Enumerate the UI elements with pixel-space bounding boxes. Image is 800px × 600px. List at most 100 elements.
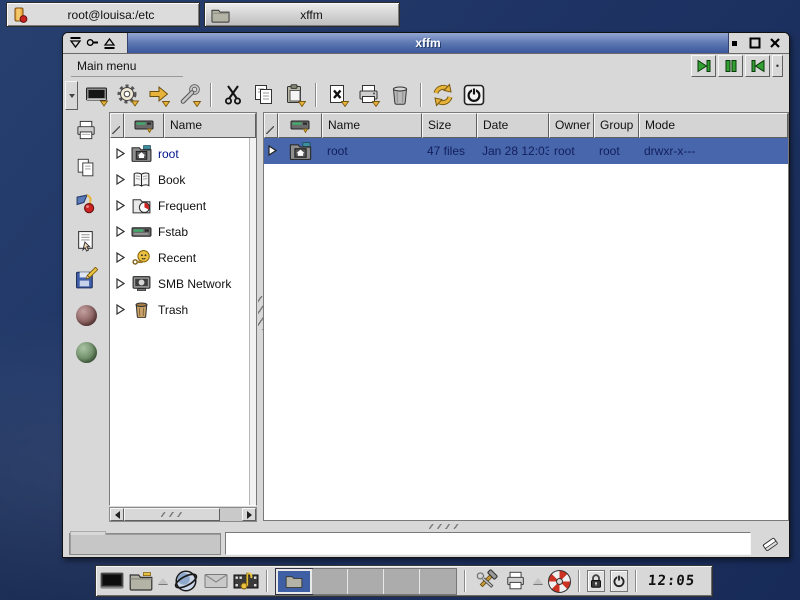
window-shade-icon[interactable] — [68, 36, 82, 50]
tree-body[interactable]: root Book Frequent — [110, 138, 256, 505]
tools-icon — [473, 568, 499, 594]
open-terminal-button[interactable] — [81, 81, 112, 110]
workspace-1-active[interactable] — [276, 569, 312, 594]
panel-file-manager-launcher[interactable] — [129, 568, 153, 594]
window-stick-icon[interactable] — [85, 36, 99, 50]
tree-item-book[interactable]: Book — [110, 167, 256, 193]
group-column-header[interactable]: Group — [594, 113, 639, 138]
titlebar-title-area[interactable]: xffm — [127, 33, 729, 53]
side-sphere-green-button[interactable] — [73, 340, 99, 366]
go-forward-button[interactable] — [691, 55, 716, 77]
tree-vertical-scrollbar[interactable] — [249, 138, 256, 505]
tree-item-trash[interactable]: Trash — [110, 297, 256, 323]
list-sort-corner[interactable] — [264, 113, 278, 138]
side-sphere-red-button[interactable] — [73, 303, 99, 329]
icon-column-header[interactable] — [278, 113, 322, 138]
paste-button[interactable] — [279, 81, 310, 110]
clear-entry-button[interactable] — [755, 532, 785, 556]
side-select-button[interactable] — [73, 229, 99, 255]
tree-sort-corner[interactable] — [110, 113, 124, 138]
side-duplicate-button[interactable] — [73, 155, 99, 181]
pause-button[interactable] — [718, 55, 743, 77]
close-icon[interactable] — [768, 36, 781, 50]
taskbar-button-terminal[interactable]: root@louisa:/etc — [6, 2, 200, 27]
tree-icon-column-header[interactable] — [124, 113, 164, 138]
workspace-2[interactable] — [312, 569, 348, 594]
main-column: Name Size Date Owner Group Mode root 47 … — [263, 112, 789, 522]
power-button[interactable] — [610, 570, 628, 592]
power-icon — [462, 83, 486, 107]
gear-icon — [116, 83, 140, 107]
panel-terminal-launcher[interactable] — [100, 568, 124, 594]
differences-button[interactable] — [322, 81, 353, 110]
row-expander[interactable] — [264, 145, 278, 156]
tree-name-column-header[interactable]: Name — [164, 113, 256, 138]
copy-button[interactable] — [248, 81, 279, 110]
go-back-button[interactable] — [745, 55, 770, 77]
tools-button[interactable] — [174, 81, 205, 110]
workspace-3[interactable] — [348, 569, 384, 594]
tree-item-smb-network[interactable]: SMB Network — [110, 271, 256, 297]
side-download-button[interactable] — [73, 192, 99, 218]
expander-icon[interactable] — [116, 174, 125, 185]
side-save-button[interactable] — [73, 266, 99, 292]
toolbar-handle[interactable] — [65, 81, 78, 110]
workspace-4[interactable] — [384, 569, 420, 594]
go-to-button[interactable] — [143, 81, 174, 110]
popup-arrow-icon[interactable] — [533, 578, 543, 584]
expander-icon[interactable] — [116, 200, 125, 211]
panel-mail-launcher[interactable] — [204, 568, 228, 594]
expander-icon[interactable] — [116, 278, 125, 289]
date-column-header[interactable]: Date — [477, 113, 549, 138]
power-icon — [611, 573, 627, 589]
tree-item-frequent[interactable]: Frequent — [110, 193, 256, 219]
taskbar-button-xffm[interactable]: xffm — [204, 2, 400, 27]
scrollbar-thumb[interactable] — [124, 508, 220, 521]
maximize-icon[interactable] — [749, 36, 762, 50]
name-column-header[interactable]: Name — [322, 113, 422, 138]
panel-help-launcher[interactable] — [548, 568, 571, 594]
quit-button[interactable] — [458, 81, 489, 110]
refresh-button[interactable] — [427, 81, 458, 110]
desktop[interactable]: root@louisa:/etc xffm xffm — [0, 0, 800, 600]
horizontal-pane-divider[interactable] — [63, 522, 789, 530]
panel-handle[interactable] — [706, 568, 708, 594]
scrollbar-track[interactable] — [220, 508, 242, 521]
trash-button[interactable] — [384, 81, 415, 110]
scroll-right-arrow[interactable] — [242, 508, 256, 521]
file-row-root[interactable]: root 47 files Jan 28 12:03 root root drw… — [264, 138, 788, 164]
side-print-button[interactable] — [73, 118, 99, 144]
minimize-icon[interactable] — [729, 36, 742, 50]
owner-column-header[interactable]: Owner — [549, 113, 594, 138]
mode-column-header[interactable]: Mode — [639, 113, 788, 138]
download-ball-icon — [75, 193, 98, 216]
titlebar[interactable]: xffm — [63, 33, 789, 54]
panel-tools-launcher[interactable] — [473, 568, 499, 594]
main-menu-item[interactable]: Main menu — [69, 57, 144, 75]
tree-item-root[interactable]: root — [110, 141, 256, 167]
tree-item-recent[interactable]: Recent — [110, 245, 256, 271]
expander-icon[interactable] — [116, 304, 125, 315]
lock-screen-button[interactable] — [587, 570, 605, 592]
scroll-left-arrow[interactable] — [110, 508, 124, 521]
tree-item-fstab[interactable]: Fstab — [110, 219, 256, 245]
location-entry[interactable] — [225, 532, 751, 555]
list-body[interactable]: root 47 files Jan 28 12:03 root root drw… — [264, 138, 788, 520]
panel-print-launcher[interactable] — [504, 568, 528, 594]
expander-icon[interactable] — [116, 252, 125, 263]
panel-media-launcher[interactable] — [233, 568, 259, 594]
settings-button[interactable] — [112, 81, 143, 110]
workspace-pager — [275, 568, 457, 595]
expander-icon[interactable] — [116, 148, 125, 159]
size-column-header[interactable]: Size — [422, 113, 477, 138]
fstab-device-icon — [131, 223, 152, 240]
tree-item-label: Book — [158, 173, 185, 187]
popup-arrow-icon[interactable] — [158, 578, 168, 584]
expander-icon[interactable] — [116, 226, 125, 237]
cut-button[interactable] — [217, 81, 248, 110]
workspace-5[interactable] — [420, 569, 456, 594]
nav-more-button[interactable]: • — [772, 55, 783, 77]
window-unshade-icon[interactable] — [102, 36, 116, 50]
panel-browser-launcher[interactable] — [173, 568, 199, 594]
print-button[interactable] — [353, 81, 384, 110]
